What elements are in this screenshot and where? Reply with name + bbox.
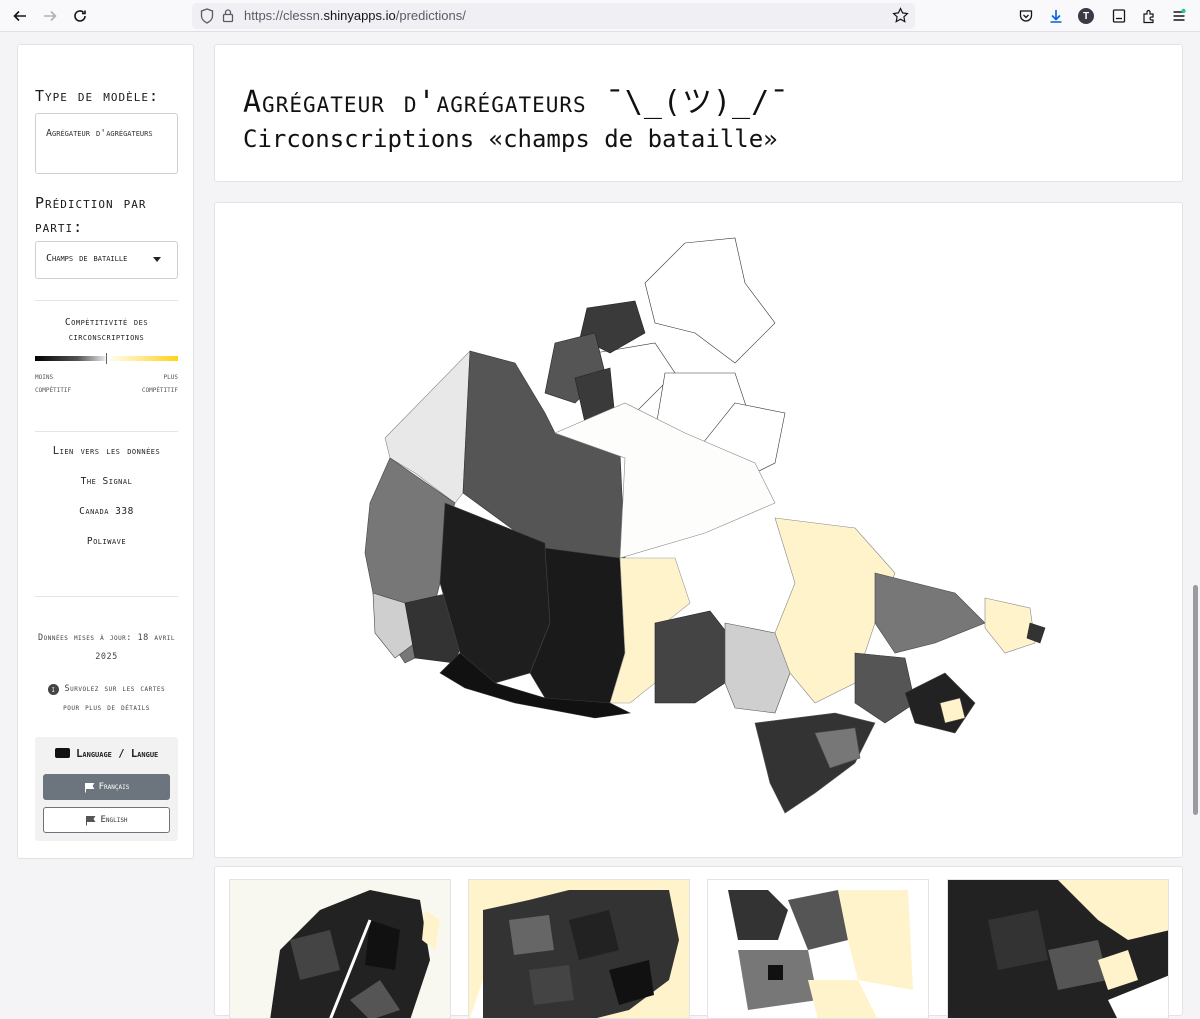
quebec-south-region[interactable] — [854, 652, 916, 724]
southern-ontario-region[interactable] — [754, 712, 876, 814]
bookmark-star-icon[interactable] — [892, 7, 909, 28]
language-panel: Language / Langue Français English — [35, 737, 178, 841]
shield-icon[interactable] — [200, 8, 214, 28]
legend-high-label: plus compétitif — [141, 372, 178, 394]
vancouver-map-thumbnail[interactable] — [707, 879, 929, 1019]
divider — [35, 300, 178, 301]
quebec-northeast-region[interactable] — [874, 572, 986, 654]
url-text: https://clessn.shinyapps.io/predictions/ — [244, 8, 466, 23]
url-bar[interactable]: https://clessn.shinyapps.io/predictions/ — [192, 3, 915, 29]
canada-map-card — [214, 202, 1183, 858]
ottawa-map-thumbnail[interactable] — [947, 879, 1169, 1019]
party-select[interactable]: Champs de bataille — [35, 241, 178, 279]
data-links-title: Lien vers les données — [52, 445, 161, 457]
link-poliwave[interactable]: Poliwave — [18, 536, 195, 547]
reload-icon[interactable] — [70, 6, 90, 26]
language-title: Language / Langue — [35, 748, 178, 760]
sidebar-panel: Type de modèle: Agrégateur d'agrégateurs… — [17, 44, 194, 859]
french-button[interactable]: Français — [43, 774, 170, 800]
back-arrow-icon[interactable] — [10, 6, 30, 26]
browser-toolbar: https://clessn.shinyapps.io/predictions/… — [0, 0, 1200, 32]
menu-icon[interactable] — [1170, 7, 1188, 25]
info-icon: i — [47, 684, 59, 695]
regional-maps-card — [214, 866, 1183, 1019]
page-title: Agrégateur d'agrégateurs ¯\_(ツ)_/¯ — [243, 85, 790, 120]
link-canada-338[interactable]: Canada 338 — [18, 506, 195, 517]
extensions-icon[interactable] — [1140, 7, 1158, 25]
gradient-midpoint-tick — [106, 353, 107, 364]
toronto-map-thumbnail[interactable] — [468, 879, 690, 1019]
party-select-value: Champs de bataille — [46, 253, 128, 264]
pocket-icon[interactable] — [1017, 7, 1035, 25]
chevron-down-icon — [153, 257, 161, 262]
labrador-region[interactable] — [984, 597, 1036, 654]
lock-icon[interactable] — [222, 8, 234, 27]
account-avatar[interactable]: T — [1077, 7, 1095, 25]
page-subtitle: Circonscriptions «champs de bataille» — [243, 125, 778, 153]
header-card: Agrégateur d'agrégateurs ¯\_(ツ)_/¯ Circo… — [214, 44, 1183, 182]
hover-hint: i Survolez sur les cartes pour plus de d… — [18, 680, 195, 718]
page-scrollbar[interactable] — [1193, 585, 1198, 815]
model-type-select[interactable]: Agrégateur d'agrégateurs — [35, 113, 178, 174]
translate-icon — [54, 748, 70, 758]
english-button[interactable]: English — [43, 807, 170, 833]
link-the-signal[interactable]: The Signal — [18, 476, 195, 487]
legend-low-label: moins compétitif — [35, 372, 72, 394]
canada-battleground-map[interactable] — [215, 203, 1184, 859]
ontario-north-region[interactable] — [654, 610, 736, 704]
arctic-island-region[interactable] — [644, 237, 776, 364]
party-prediction-heading: Prédiction par parti: — [35, 194, 147, 236]
montreal-map-thumbnail[interactable] — [229, 879, 451, 1019]
model-type-heading: Type de modèle: — [35, 87, 159, 105]
forward-arrow-icon[interactable] — [40, 6, 60, 26]
flag-icon — [84, 782, 95, 792]
divider — [35, 596, 178, 597]
download-icon[interactable] — [1047, 7, 1065, 25]
reader-view-icon[interactable] — [1110, 7, 1128, 25]
legend-title: Compétitivité des circonscriptions — [64, 317, 149, 343]
updated-date-text: Données mises à jour: 18 avril 2025 — [38, 633, 175, 662]
divider — [35, 431, 178, 432]
flag-icon — [86, 815, 96, 825]
